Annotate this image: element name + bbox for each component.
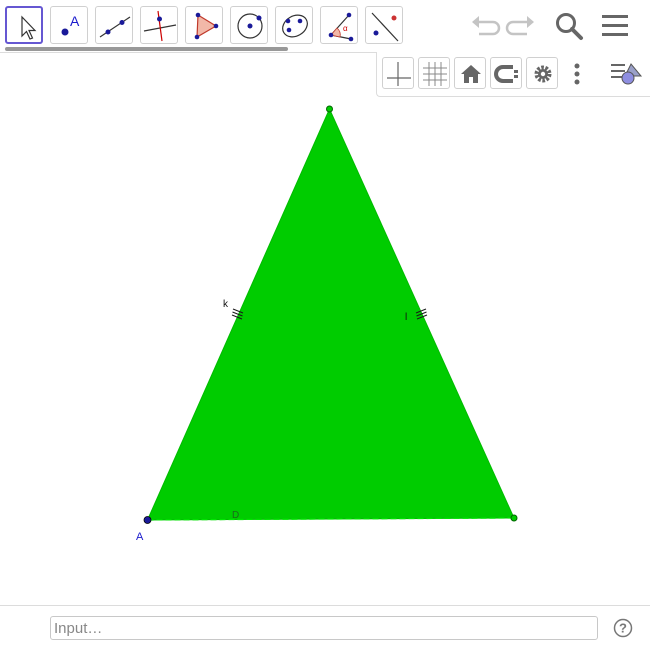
- main-menu-button[interactable]: [598, 8, 634, 44]
- algebra-input-field[interactable]: [50, 616, 598, 640]
- line-tool-button[interactable]: [95, 6, 133, 44]
- search-icon: [556, 13, 583, 40]
- angle-tool-button[interactable]: α: [320, 6, 358, 44]
- perpendicular-line-tool-button[interactable]: [140, 6, 178, 44]
- reflect-about-line-icon: [371, 12, 399, 42]
- perpendicular-line-icon: [143, 10, 177, 42]
- polygon-icon: [194, 12, 219, 40]
- search-button[interactable]: [551, 8, 587, 44]
- undo-button[interactable]: [467, 8, 503, 44]
- label-segment-d: D: [232, 510, 239, 521]
- circle-icon: [237, 13, 263, 39]
- input-help-button[interactable]: ?: [613, 618, 633, 638]
- svg-text:A: A: [70, 13, 80, 29]
- move-tool-button[interactable]: [5, 6, 43, 44]
- line-icon: [99, 16, 131, 38]
- label-point-a: A: [136, 531, 144, 543]
- point-b[interactable]: [510, 514, 518, 522]
- ellipse-icon: [282, 14, 308, 38]
- undo-icon: [472, 16, 501, 36]
- point-a[interactable]: [143, 516, 152, 524]
- point-icon: A: [61, 13, 80, 36]
- redo-button[interactable]: [503, 8, 539, 44]
- circle-tool-button[interactable]: [230, 6, 268, 44]
- redo-icon: [505, 16, 534, 36]
- input-bar: ?: [0, 605, 650, 651]
- point-c[interactable]: [326, 105, 333, 113]
- graphics-canvas[interactable]: A k l D: [0, 53, 650, 605]
- point-tool-button[interactable]: A: [50, 6, 88, 44]
- menu-icon: [602, 15, 628, 36]
- conic-tool-button[interactable]: [275, 6, 313, 44]
- main-toolbar: A α: [0, 0, 650, 53]
- toolbar-scrollbar[interactable]: [5, 47, 288, 51]
- svg-text:?: ?: [619, 621, 627, 636]
- green-triangle[interactable]: [146, 107, 515, 521]
- label-segment-k: k: [223, 299, 229, 310]
- polygon-tool-button[interactable]: [185, 6, 223, 44]
- cursor-arrow-icon: [21, 15, 37, 40]
- help-icon: ?: [613, 618, 633, 638]
- angle-icon: α: [328, 12, 354, 42]
- reflect-tool-button[interactable]: [365, 6, 403, 44]
- svg-text:α: α: [343, 24, 348, 33]
- label-segment-l: l: [405, 312, 407, 323]
